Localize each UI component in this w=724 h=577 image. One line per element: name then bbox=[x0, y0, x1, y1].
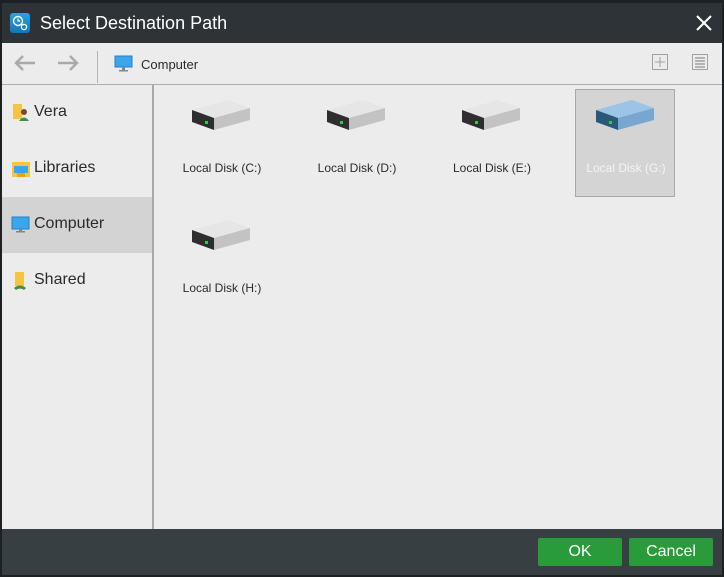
computer-icon bbox=[114, 55, 133, 72]
user-folder-icon bbox=[13, 104, 29, 121]
new-folder-button[interactable] bbox=[652, 54, 668, 70]
disk-label: Local Disk (C:) bbox=[182, 161, 262, 175]
disk-item-g[interactable]: Local Disk (G:) bbox=[575, 89, 675, 197]
view-mode-button[interactable] bbox=[692, 54, 708, 70]
hard-drive-icon bbox=[462, 100, 520, 130]
computer-icon bbox=[11, 216, 30, 233]
disk-grid: Local Disk (C:) Local Disk (D:) Local Di… bbox=[154, 85, 722, 529]
dialog-title: Select Destination Path bbox=[40, 13, 228, 33]
sidebar-label: Shared bbox=[34, 271, 86, 288]
disk-label: Local Disk (G:) bbox=[586, 161, 666, 175]
disk-label: Local Disk (H:) bbox=[182, 281, 262, 295]
disk-item-c[interactable]: Local Disk (C:) bbox=[171, 89, 271, 197]
sidebar-item-computer[interactable]: Computer bbox=[2, 197, 152, 253]
title-bar: Select Destination Path bbox=[2, 3, 722, 43]
close-button[interactable] bbox=[692, 11, 716, 35]
sidebar-item-libraries[interactable]: Libraries bbox=[2, 141, 152, 197]
close-icon bbox=[696, 15, 712, 31]
forward-button[interactable] bbox=[55, 53, 81, 73]
ok-button[interactable]: OK bbox=[538, 538, 622, 566]
arrow-left-icon bbox=[14, 55, 35, 71]
disk-item-h[interactable]: Local Disk (H:) bbox=[171, 209, 271, 317]
sidebar-label: Vera bbox=[34, 103, 67, 120]
sidebar-label: Computer bbox=[34, 215, 105, 232]
cancel-button[interactable]: Cancel bbox=[629, 538, 713, 566]
hard-drive-icon bbox=[192, 220, 250, 250]
libraries-icon bbox=[12, 162, 30, 177]
dialog-footer: OK Cancel bbox=[2, 529, 722, 575]
sidebar-label: Libraries bbox=[34, 159, 96, 176]
hard-drive-icon bbox=[192, 100, 250, 130]
hard-drive-icon bbox=[596, 100, 654, 130]
sidebar-item-vera[interactable]: Vera bbox=[2, 85, 152, 141]
plus-icon bbox=[652, 54, 668, 70]
toolbar: Computer bbox=[2, 43, 722, 85]
list-view-icon bbox=[692, 54, 708, 70]
hard-drive-icon bbox=[327, 100, 385, 130]
select-destination-dialog: Select Destination Path Computer Vera Li… bbox=[2, 3, 722, 575]
back-button[interactable] bbox=[12, 53, 38, 73]
disk-label: Local Disk (D:) bbox=[317, 161, 397, 175]
backup-clock-icon bbox=[10, 13, 30, 33]
sidebar: Vera Libraries Computer Shared bbox=[2, 85, 154, 529]
disk-label: Local Disk (E:) bbox=[452, 161, 532, 175]
toolbar-divider bbox=[97, 51, 98, 83]
disk-item-e[interactable]: Local Disk (E:) bbox=[441, 89, 541, 197]
shared-folder-icon bbox=[14, 272, 26, 290]
breadcrumb-label: Computer bbox=[141, 57, 199, 72]
arrow-right-icon bbox=[58, 55, 79, 71]
disk-item-d[interactable]: Local Disk (D:) bbox=[306, 89, 406, 197]
sidebar-item-shared[interactable]: Shared bbox=[2, 253, 152, 309]
